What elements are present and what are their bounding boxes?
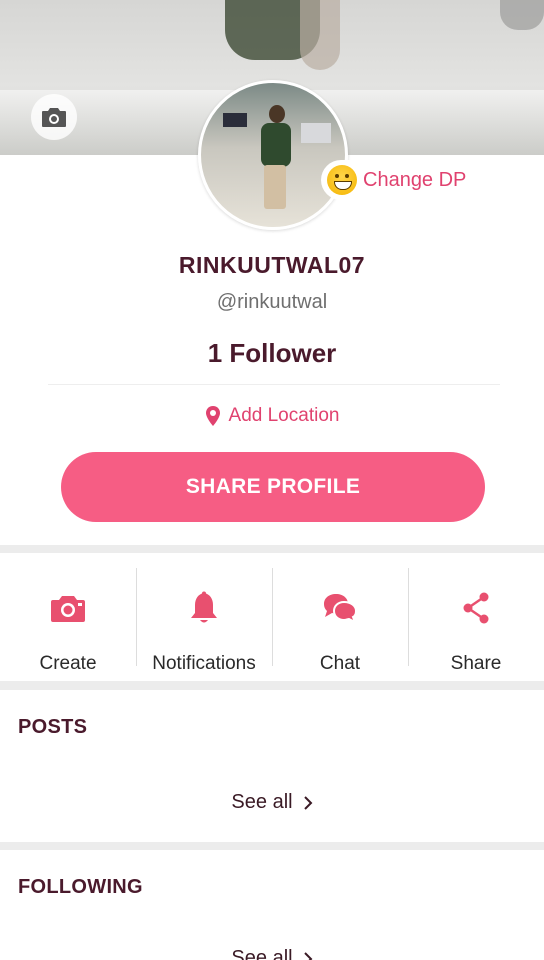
following-see-all-link[interactable]: See all [0,947,544,960]
change-cover-camera-button[interactable] [31,94,77,140]
notifications-label: Notifications [152,653,256,674]
chevron-right-icon [303,951,312,960]
share-icon [463,592,489,624]
change-dp-button[interactable]: Change DP [321,160,481,200]
followers-count[interactable]: 1 Follower [0,338,544,369]
bell-icon [191,591,217,623]
profile-handle: @rinkuutwal [216,291,328,313]
change-dp-label: Change DP [363,168,467,191]
avatar[interactable] [198,80,348,230]
see-all-label: See all [231,791,293,813]
grinning-face-icon [327,165,357,195]
create-action[interactable]: Create [0,553,136,681]
see-all-label: See all [231,947,293,960]
posts-title: POSTS [18,716,88,738]
share-profile-button[interactable]: SHARE PROFILE [61,452,485,522]
action-bar: Create Notifications Chat Share [0,553,544,681]
posts-section: POSTS See all [0,690,544,842]
add-location-label: Add Location [228,405,340,426]
chevron-right-icon [303,795,312,810]
following-section: FOLLOWING See all [0,850,544,960]
chat-bubbles-icon [324,594,358,624]
following-title: FOLLOWING [18,876,143,898]
camera-icon [42,108,66,127]
create-label: Create [39,653,97,674]
add-location-button[interactable]: Add Location [0,405,544,427]
notifications-action[interactable]: Notifications [136,553,272,681]
location-pin-icon [205,406,220,426]
share-label: Share [450,653,502,674]
chat-label: Chat [319,653,361,674]
camera-icon [51,596,85,622]
chat-action[interactable]: Chat [272,553,408,681]
share-action[interactable]: Share [408,553,544,681]
divider [48,384,500,385]
posts-see-all-link[interactable]: See all [0,791,544,814]
profile-username: RINKUUTWAL07 [178,252,366,278]
